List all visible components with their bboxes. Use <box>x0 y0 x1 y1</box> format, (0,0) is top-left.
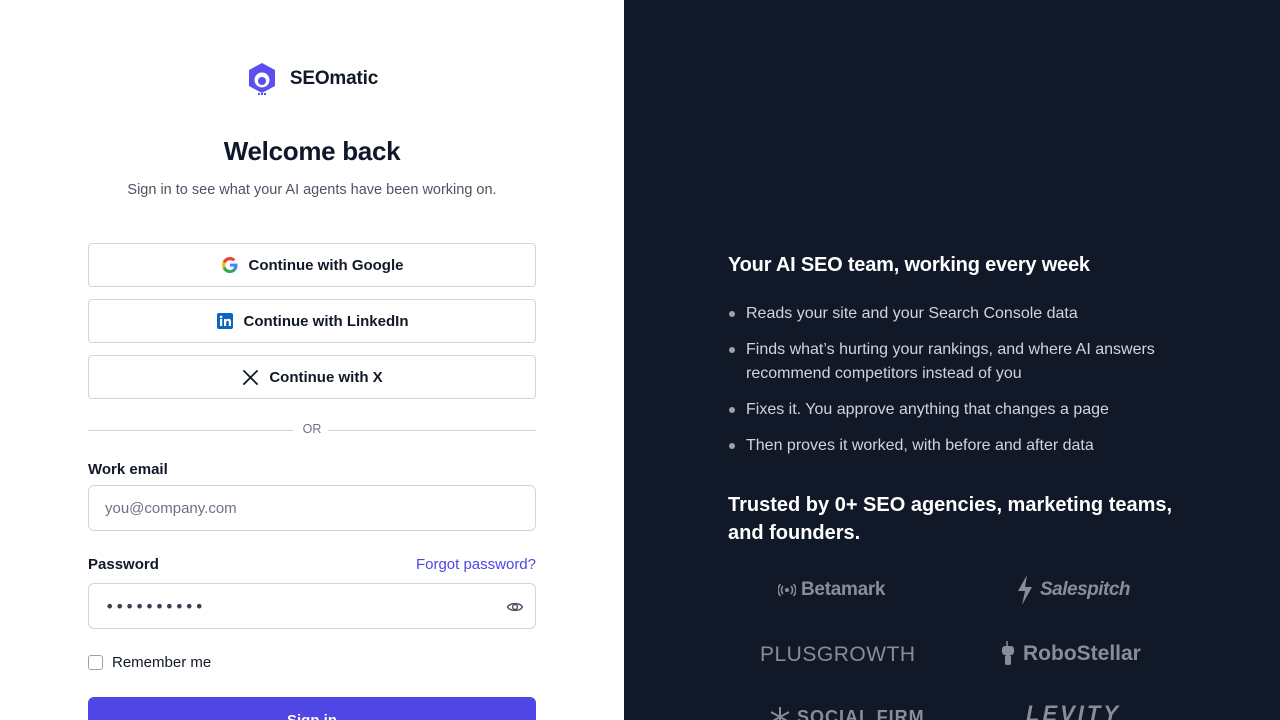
sign-in-button[interactable]: Sign in <box>88 697 536 720</box>
continue-with-linkedin-button[interactable]: Continue with LinkedIn <box>88 299 536 343</box>
sign-in-label: Sign in <box>287 712 337 720</box>
eye-icon[interactable] <box>506 598 524 616</box>
email-label: Work email <box>88 461 168 478</box>
list-item: Then proves it worked, with before and a… <box>728 434 1198 458</box>
password-field[interactable]: •••••••••• <box>88 583 536 629</box>
betamark-logo: Betamark <box>778 579 886 601</box>
snowflake-icon <box>770 707 790 720</box>
password-label: Password <box>88 556 159 573</box>
login-panel: SEOmatic Welcome back Sign in to see wha… <box>0 0 624 720</box>
linkedin-button-label: Continue with LinkedIn <box>243 312 409 330</box>
divider-label: OR <box>302 422 322 436</box>
brand-name: SEOmatic <box>289 68 379 89</box>
bolt-icon <box>1018 575 1032 605</box>
x-button-label: Continue with X <box>269 368 383 386</box>
linkedin-icon <box>216 312 234 330</box>
divider-line <box>328 430 536 431</box>
or-divider: OR <box>88 421 536 439</box>
plusgrowth-logo: PLUSGROWTH <box>760 643 916 666</box>
salespitch-logo: Salespitch <box>1015 574 1131 606</box>
trusted-by-heading: Trusted by 0+ SEO agencies, marketing te… <box>728 494 1173 544</box>
feature-list: Reads your site and your Search Console … <box>728 302 1198 470</box>
continue-with-google-button[interactable]: Continue with Google <box>88 243 536 287</box>
google-button-label: Continue with Google <box>248 256 404 274</box>
forgot-password-link[interactable]: Forgot password? <box>416 556 536 573</box>
remember-me-label: Remember me <box>112 654 212 671</box>
robot-icon <box>1002 641 1014 665</box>
robot-head-icon <box>248 63 275 95</box>
socialfirm-logo: SOCIAL FIRM <box>768 705 925 720</box>
x-icon <box>241 368 259 386</box>
google-icon <box>221 256 239 274</box>
password-value: •••••••••• <box>105 597 205 616</box>
list-item: Fixes it. You approve anything that chan… <box>728 398 1198 422</box>
list-item: Finds what’s hurting your rankings, and … <box>728 338 1198 386</box>
marketing-panel: Your AI SEO team, working every week Rea… <box>624 0 1280 720</box>
levity-logo: LEVITY <box>1026 701 1122 720</box>
email-field[interactable] <box>89 486 535 530</box>
broadcast-icon <box>778 583 796 597</box>
remember-me[interactable]: Remember me <box>88 654 211 671</box>
brand[interactable]: SEOmatic <box>0 62 624 96</box>
continue-with-x-button[interactable]: Continue with X <box>88 355 536 399</box>
pitch-title: Your AI SEO team, working every week <box>728 254 1090 276</box>
remember-me-checkbox[interactable] <box>88 655 103 670</box>
email-field-wrapper <box>88 485 536 531</box>
page-subtitle: Sign in to see what your AI agents have … <box>127 182 497 198</box>
page-title: Welcome back <box>223 136 401 166</box>
list-item: Reads your site and your Search Console … <box>728 302 1198 326</box>
robostellar-logo: RoboStellar <box>1000 641 1141 667</box>
